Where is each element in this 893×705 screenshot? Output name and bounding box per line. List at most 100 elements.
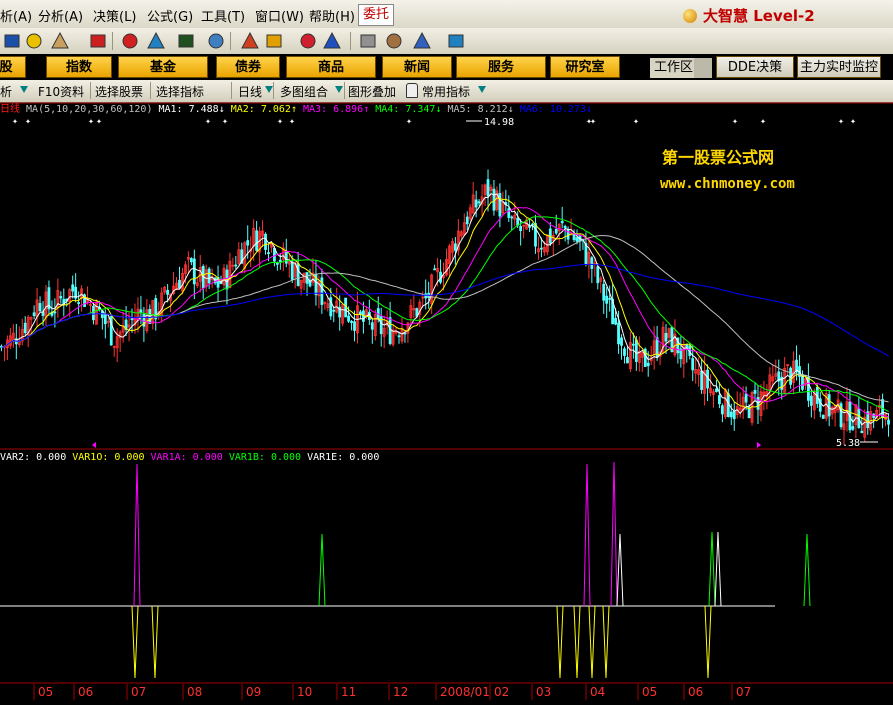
bars-icon[interactable] — [146, 31, 166, 51]
indicator-spike-up — [708, 531, 716, 607]
tab-4[interactable]: 日线 — [238, 83, 262, 100]
binoculars-icon[interactable] — [176, 31, 196, 51]
candle-body — [103, 314, 107, 325]
function-bar: 析 F10资料 选择股票 选择指标 日线 多图组合 图形叠加 常用指标 — [0, 80, 893, 103]
monitor-button[interactable]: 主力实时监控 — [797, 56, 881, 78]
range-marker-left-icon — [92, 442, 96, 448]
tab-1[interactable]: F10资料 — [38, 83, 84, 100]
candle-body — [38, 303, 42, 312]
tab-5[interactable]: 多图组合 — [280, 83, 328, 100]
signal-star-icon: ✦ — [289, 116, 295, 127]
tab-0[interactable]: 析 — [0, 83, 12, 100]
nav-button-7[interactable]: 研究室 — [550, 56, 620, 78]
nav-button-0[interactable]: 股 — [0, 56, 26, 78]
lock-icon[interactable] — [406, 83, 418, 98]
watermark-url: www.chnmoney.com — [660, 176, 795, 192]
indicator-legend: VAR2: 0.000 VAR1O: 0.000 VAR1A: 0.000 VA… — [0, 452, 379, 463]
candle-body — [92, 305, 95, 321]
candle-body — [71, 284, 75, 292]
tab-7[interactable]: 常用指标 — [422, 83, 470, 100]
watermark-title: 第一股票公式网 — [662, 148, 774, 167]
diamond-icon[interactable] — [264, 31, 284, 51]
nav-button-2[interactable]: 基金 — [118, 56, 208, 78]
range-marker-right-icon — [757, 442, 761, 448]
xaxis-label: 03 — [536, 685, 551, 699]
indicator-spike-down — [151, 605, 159, 679]
menu-item-1[interactable]: 分析(A) — [38, 6, 83, 25]
window-icon[interactable] — [2, 31, 22, 51]
signal-star-icon: ✦ — [96, 116, 102, 127]
candle-body — [827, 394, 831, 417]
candle-body — [347, 315, 350, 322]
help-cursor-icon[interactable] — [446, 31, 466, 51]
candle-body — [753, 389, 757, 394]
weituo-button[interactable]: 委托 — [358, 4, 394, 26]
question-icon[interactable] — [240, 31, 260, 51]
candle-body — [166, 289, 170, 295]
signal-star-icon: ✦ — [590, 116, 596, 127]
signal-star-icon: ✦ — [732, 116, 738, 127]
signal-star-icon: ✦ — [205, 116, 211, 127]
tab-separator — [231, 82, 232, 99]
workzone-dropdown-icon[interactable] — [694, 58, 712, 78]
candle-body — [614, 318, 617, 325]
tab-dropdown-icon[interactable] — [478, 86, 486, 93]
tab-6[interactable]: 图形叠加 — [348, 83, 396, 100]
indicator-value-4: VAR1E: 0.000 — [307, 452, 379, 463]
candle-body — [620, 337, 623, 346]
tab-2[interactable]: 选择股票 — [95, 83, 143, 100]
candle-body — [350, 321, 353, 323]
tab-3[interactable]: 选择指标 — [156, 83, 204, 100]
candle-body — [397, 335, 401, 338]
wand-icon[interactable] — [206, 31, 226, 51]
xaxis-label: 2008/01 — [440, 685, 490, 699]
indicator-spike-up — [133, 463, 141, 607]
stock-chart[interactable]: 日线 MA(5,10,20,30,60,120) MA1: 7.488↓ MA2… — [0, 102, 893, 705]
low-price-label: 5.38 — [836, 438, 860, 449]
signal-star-icon: ✦ — [25, 116, 31, 127]
tab-dropdown-icon[interactable] — [265, 86, 273, 93]
nav-button-1[interactable]: 指数 — [46, 56, 112, 78]
link-icon[interactable] — [120, 31, 140, 51]
tab-dropdown-icon[interactable] — [335, 86, 343, 93]
camera-icon[interactable] — [358, 31, 378, 51]
candy2-icon[interactable] — [322, 31, 342, 51]
dde-button[interactable]: DDE决策 — [716, 56, 794, 78]
ruler-icon[interactable] — [50, 31, 70, 51]
candle-body — [477, 201, 481, 204]
nav-button-3[interactable]: 债券 — [216, 56, 280, 78]
workzone-label[interactable]: 工作区 — [650, 58, 698, 78]
candle-body — [519, 226, 523, 232]
indicator-spike-down — [131, 605, 139, 679]
note-icon[interactable] — [384, 31, 404, 51]
xaxis-label: 11 — [341, 685, 356, 699]
move-icon[interactable] — [24, 31, 44, 51]
candle-body — [290, 261, 294, 280]
menu-item-6[interactable]: 帮助(H) — [309, 6, 355, 25]
dollar-icon[interactable] — [88, 31, 108, 51]
candle-body — [359, 311, 362, 315]
candle-body — [507, 208, 511, 218]
period-label: 日线 — [0, 102, 26, 115]
brand-ball-icon — [683, 9, 697, 23]
tab-dropdown-icon[interactable] — [20, 86, 28, 93]
nav-button-4[interactable]: 商品 — [286, 56, 376, 78]
menu-item-4[interactable]: 工具(T) — [201, 6, 245, 25]
menu-item-2[interactable]: 决策(L) — [93, 6, 136, 25]
menu-item-0[interactable]: 析(A) — [0, 6, 32, 25]
xaxis-label: 10 — [297, 685, 312, 699]
candle-body — [53, 311, 57, 314]
nav-button-5[interactable]: 新闻 — [382, 56, 452, 78]
nav-button-6[interactable]: 服务 — [456, 56, 546, 78]
candle-body — [602, 283, 606, 301]
candle-body — [560, 220, 564, 224]
panel-icon[interactable] — [412, 31, 432, 51]
menu-item-3[interactable]: 公式(G) — [147, 6, 193, 25]
candle-body — [77, 302, 81, 304]
candle-body — [596, 266, 600, 284]
candle-body — [744, 393, 748, 403]
menu-item-5[interactable]: 窗口(W) — [255, 6, 304, 25]
candy-icon[interactable] — [298, 31, 318, 51]
xaxis-label: 07 — [131, 685, 146, 699]
ma-value-1: MA1: 7.488↓ — [158, 104, 230, 115]
